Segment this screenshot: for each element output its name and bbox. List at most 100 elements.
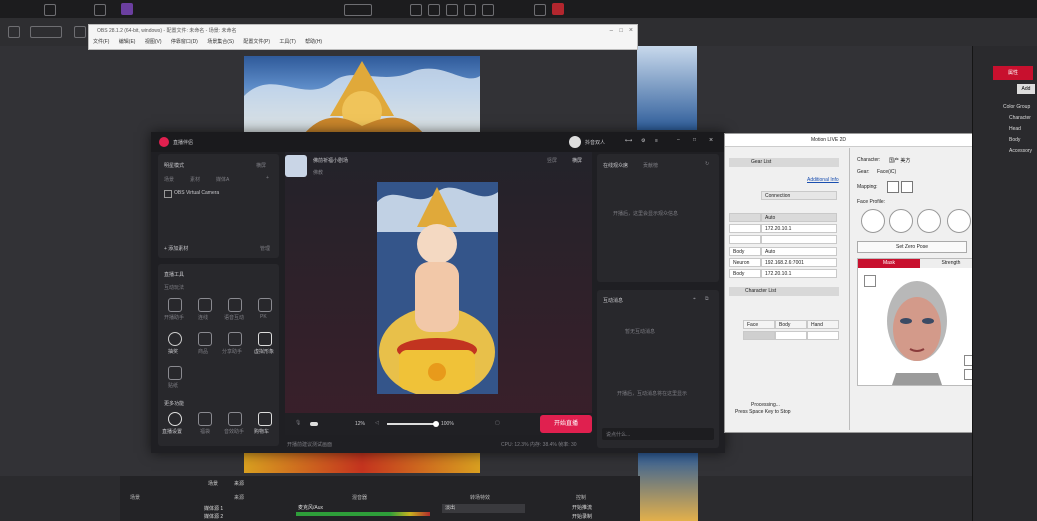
transition-select[interactable]: 淡出 [442,504,525,513]
start-streaming-button[interactable]: 开始推流 [572,504,592,511]
tool-label[interactable]: 开播助手 [164,314,184,321]
gear-row-value[interactable]: Auto [761,213,837,222]
move-icon[interactable] [446,4,458,16]
face-profile-tilt-icon[interactable] [947,209,971,233]
settings-icon[interactable]: ⚙ [641,138,645,144]
source-item[interactable]: 媒体源 1 [204,505,223,512]
obs-menu-docks[interactable]: 停靠窗口(D) [171,39,198,45]
tab-material[interactable]: 素材 [190,176,200,183]
maximize-icon[interactable]: □ [693,137,696,143]
chat-input[interactable]: 说点什么... [602,428,714,440]
pin-icon[interactable] [428,4,440,16]
obs-menu-tools[interactable]: 工具(T) [279,39,295,45]
tool-label[interactable]: 虚拟形象 [254,348,274,355]
gear-row-value[interactable]: 192.168.2.6:7001 [761,258,837,267]
save-icon[interactable] [534,4,546,16]
obs-menu-edit[interactable]: 编辑(E) [119,39,136,45]
character-value[interactable]: 国产 美方 [889,157,910,164]
menu-icon[interactable]: ≡ [655,138,658,144]
add-button[interactable]: Add [1017,84,1035,94]
tab-portrait[interactable]: 竖屏 [547,157,557,164]
pin-icon[interactable]: ⌖ [693,296,696,302]
minimize-icon[interactable]: – [677,137,680,143]
volume-handle[interactable] [433,421,439,427]
gear-row-value[interactable]: 172.20.10.1 [761,224,837,233]
tree-item[interactable]: Body [1009,137,1020,143]
mask-tool-icon[interactable] [864,275,876,287]
record-app-icon[interactable] [552,3,564,15]
tab-landscape[interactable]: 横屏 [572,157,582,164]
mapping-icon[interactable] [887,181,899,193]
minimize-icon[interactable]: – [610,28,613,34]
zoom-field[interactable] [344,4,372,16]
close-icon[interactable]: × [629,27,633,34]
tab-media[interactable]: 媒体A [216,176,229,183]
tree-item[interactable]: Character [1009,115,1031,121]
gear-row[interactable] [729,224,761,233]
record-icon[interactable]: ▢ [495,420,500,426]
tool-label[interactable]: 音效助手 [224,428,244,435]
mapping-list-icon[interactable] [901,181,913,193]
contribution-tab[interactable]: 贡献榜 [643,162,658,169]
tool-label[interactable]: 抽奖 [168,348,178,355]
popout-icon[interactable]: ⧉ [705,296,709,302]
tool-label[interactable]: 购物车 [254,428,269,435]
mic-icon[interactable]: 🎙 [295,420,301,426]
gear-row[interactable]: Body [729,247,761,256]
additional-info-link[interactable]: Additional Info [807,177,839,183]
face-profile-turn-icon[interactable] [917,209,941,233]
tree-item[interactable]: Color Group [1003,104,1030,110]
tab-scene[interactable]: 场景 [164,176,174,183]
obs-menu-profile[interactable]: 配置文件(P) [243,39,270,45]
tool-label[interactable]: 连线 [198,314,208,321]
layer-icon[interactable] [94,4,106,16]
face-profile-front-icon[interactable] [861,209,885,233]
tool-label[interactable]: 贴纸 [168,382,178,389]
frame-icon[interactable] [44,4,56,16]
mic-slider[interactable] [310,422,318,426]
manage-button[interactable]: 管理 [260,245,270,252]
tree-item[interactable]: Head [1009,126,1021,132]
link-icon[interactable] [410,4,422,16]
face-select[interactable] [743,331,775,340]
gear-row-value[interactable]: 172.20.10.1 [761,269,837,278]
maximize-icon[interactable]: □ [619,28,623,34]
add-material-button[interactable]: + 添加素材 [164,245,188,252]
tree-item[interactable]: Accessory [1009,148,1032,154]
add-icon[interactable]: + [266,175,269,181]
start-recording-button[interactable]: 开始录制 [572,513,592,520]
speaker-icon[interactable]: ◁ [375,420,379,426]
tool-label[interactable]: 直播设置 [162,428,182,435]
scene-mode-label[interactable]: 明星模式 [164,162,184,169]
tool-label[interactable]: 语音互动 [224,314,244,321]
avatar[interactable] [569,136,581,148]
stream-title[interactable]: 佛前祈福小剧场 [313,157,348,164]
gear-row[interactable]: Neuron [729,258,761,267]
set-zero-pose-button[interactable]: Set Zero Pose [857,241,967,253]
menu-icon[interactable] [8,26,20,38]
close-icon[interactable]: × [709,137,713,144]
video-preview[interactable] [377,182,498,394]
dock-tab-sources[interactable]: 来源 [234,480,244,487]
gear-row[interactable] [729,235,761,244]
dock-tab-scenes[interactable]: 场景 [208,480,218,487]
source-item[interactable]: OBS Virtual Camera [174,190,219,196]
online-title[interactable]: 在线观众席 [603,162,628,169]
gear-row[interactable]: Body [729,269,761,278]
source-item[interactable]: 媒体源 2 [204,513,223,520]
tool-icon[interactable] [74,26,86,38]
home-icon[interactable] [482,4,494,16]
obs-menu-file[interactable]: 文件(F) [93,39,109,45]
tool-label[interactable]: PK [260,314,267,320]
rotate-icon[interactable] [464,4,476,16]
volume-slider[interactable] [387,423,435,425]
tool-label[interactable]: 商品 [198,348,208,355]
obs-menu-scenes[interactable]: 场景集合(S) [207,39,234,45]
obs-menu-help[interactable]: 帮助(H) [305,39,322,45]
share-icon[interactable]: ⟷ [625,138,632,144]
start-live-button[interactable]: 开始直播 [540,415,592,433]
tool-label[interactable]: 福袋 [200,428,210,435]
stream-cover-thumbnail[interactable] [285,155,307,177]
gear-row-value[interactable] [761,235,837,244]
tab-properties[interactable]: 属性 [993,66,1033,80]
